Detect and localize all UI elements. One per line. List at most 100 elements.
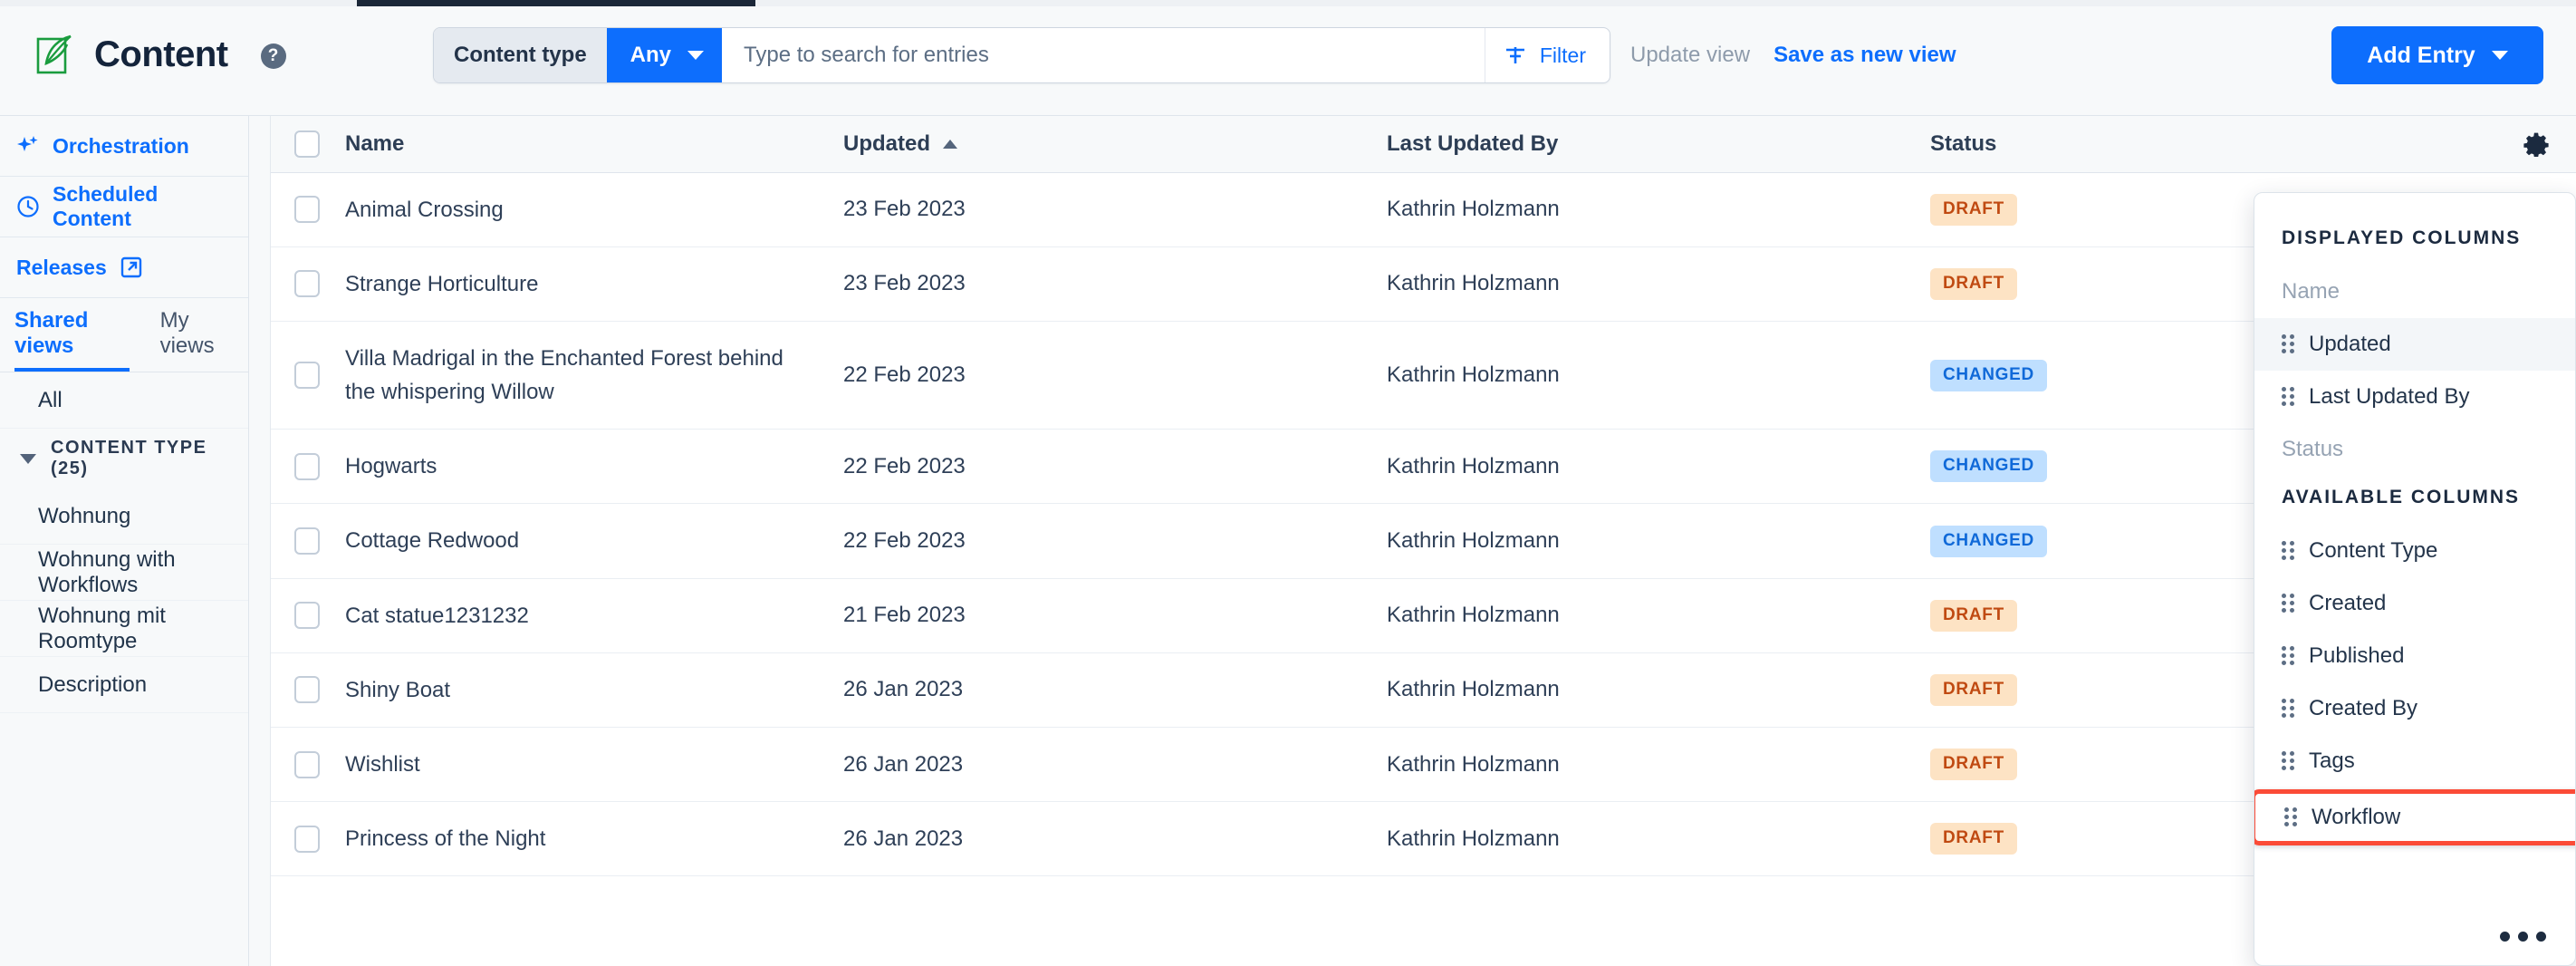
sidebar-item-label: Releases [16,255,107,279]
row-checkbox[interactable] [294,676,320,704]
sidebar-content-type-item[interactable]: Wohnung mit Roomtype [0,601,248,657]
help-circle-icon[interactable]: ? [260,43,286,69]
drag-handle-icon[interactable] [2282,541,2294,561]
drag-handle-icon[interactable] [2282,334,2294,354]
row-select-cell [271,246,345,322]
brand-area: Content ? [36,34,286,75]
cell-updated: 21 Feb 2023 [843,578,1387,653]
column-option-label: Workflow [2312,805,2401,829]
drag-handle-icon[interactable] [2284,807,2297,827]
drag-handle-icon[interactable] [2282,751,2294,771]
drag-handle-icon[interactable] [2282,594,2294,613]
column-option-label: Name [2282,279,2341,304]
add-entry-label: Add Entry [2367,42,2475,68]
cell-updated: 26 Jan 2023 [843,801,1387,877]
sidebar-item-releases[interactable]: Releases [0,237,248,298]
available-column-created[interactable]: Created [2254,577,2575,630]
column-header-label: Status [1930,130,1997,156]
row-select-cell [271,503,345,579]
tab-shared-views[interactable]: Shared views [14,308,130,372]
status-badge: DRAFT [1930,823,2017,855]
status-badge: CHANGED [1930,359,2047,391]
drag-handle-icon[interactable] [2282,699,2294,719]
table-row[interactable]: Princess of the Night 26 Jan 2023 Kathri… [271,801,2576,877]
add-entry-button[interactable]: Add Entry [2331,26,2543,84]
row-checkbox[interactable] [294,362,320,390]
column-option-label: Created [2309,591,2387,615]
tab-my-views[interactable]: My views [160,308,234,372]
cell-last-updated-by: Kathrin Holzmann [1387,246,1930,322]
content-type-select[interactable]: Any [606,28,723,82]
filter-label: Filter [1539,43,1586,67]
table-row[interactable]: Hogwarts 22 Feb 2023 Kathrin Holzmann CH… [271,429,2576,505]
available-column-tags[interactable]: Tags [2254,735,2575,787]
sidebar-content-type-item[interactable]: Wohnung with Workflows [0,545,248,601]
row-checkbox[interactable] [294,750,320,778]
row-checkbox[interactable] [294,602,320,630]
table-row[interactable]: Cottage Redwood 22 Feb 2023 Kathrin Holz… [271,503,2576,579]
row-checkbox[interactable] [294,196,320,224]
displayed-column-last-updated-by[interactable]: Last Updated By [2254,371,2575,423]
table-row[interactable]: Animal Crossing 23 Feb 2023 Kathrin Holz… [271,172,2576,247]
status-badge: DRAFT [1930,673,2017,706]
external-link-icon [120,256,143,279]
cell-last-updated-by: Kathrin Holzmann [1387,652,1930,729]
update-view-button[interactable]: Update view [1630,43,1750,68]
content-type-group-label: CONTENT TYPE (25) [51,438,207,478]
cell-name: Strange Horticulture [345,246,843,322]
row-checkbox[interactable] [294,527,320,555]
sidebar-item-scheduled-content[interactable]: Scheduled Content [0,177,248,237]
available-column-content-type[interactable]: Content Type [2254,525,2575,577]
search-input[interactable] [722,28,1485,82]
search-filter-bar: Content type Any Filter [433,27,1610,83]
content-type-group-header[interactable]: CONTENT TYPE (25) [0,429,248,488]
cell-name: Cat statue1231232 [345,578,843,653]
column-option-label: Created By [2309,696,2418,720]
sidebar: Orchestration Scheduled Content Releases [0,116,249,966]
app-header: Content ? Content type Any Filter [0,6,2576,116]
column-header-label: Last Updated By [1387,130,1559,156]
sidebar-item-orchestration[interactable]: Orchestration [0,116,248,177]
column-settings-header [2365,116,2576,173]
table-row[interactable]: Strange Horticulture 23 Feb 2023 Kathrin… [271,246,2576,322]
table-left-gutter [249,116,271,966]
drag-handle-icon[interactable] [2282,387,2294,407]
column-header-label: Updated [843,130,930,156]
status-badge: CHANGED [1930,450,2047,483]
drag-handle-icon[interactable] [2282,646,2294,666]
row-checkbox[interactable] [294,825,320,853]
table-row[interactable]: Wishlist 26 Jan 2023 Kathrin Holzmann DR… [271,727,2576,803]
browser-tab-strip [0,0,2576,6]
column-option-label: Tags [2309,749,2355,773]
column-header-last-updated-by[interactable]: Last Updated By [1387,116,1930,173]
column-option-label: Updated [2309,332,2391,356]
sidebar-content-type-item[interactable]: Description [0,657,248,713]
row-checkbox[interactable] [294,452,320,480]
displayed-column-updated[interactable]: Updated [2254,318,2575,371]
save-as-new-view-button[interactable]: Save as new view [1773,43,1956,68]
active-tab-indicator [357,0,755,6]
cell-last-updated-by: Kathrin Holzmann [1387,172,1930,247]
sidebar-content-type-item[interactable]: Wohnung [0,488,248,545]
row-select-cell [271,172,345,247]
gear-icon[interactable] [2523,130,2549,158]
filter-button[interactable]: Filter [1484,28,1610,82]
column-header-status[interactable]: Status [1930,116,2365,173]
table-row[interactable]: Cat statue1231232 21 Feb 2023 Kathrin Ho… [271,578,2576,653]
select-all-checkbox[interactable] [294,130,320,158]
column-header-name[interactable]: Name [345,116,843,173]
cell-last-updated-by: Kathrin Holzmann [1387,727,1930,803]
chevron-down-icon [687,51,705,60]
available-column-created-by[interactable]: Created By [2254,682,2575,735]
table-row[interactable]: Shiny Boat 26 Jan 2023 Kathrin Holzmann … [271,652,2576,729]
more-horizontal-icon[interactable] [2500,932,2546,942]
sort-ascending-icon [943,139,957,149]
table-row[interactable]: Villa Madrigal in the Enchanted Forest b… [271,321,2576,430]
row-checkbox[interactable] [294,270,320,298]
cell-updated: 23 Feb 2023 [843,246,1387,322]
available-column-workflow[interactable]: Workflow [2254,789,2575,845]
available-column-published[interactable]: Published [2254,630,2575,682]
column-header-updated[interactable]: Updated [843,116,1387,173]
sidebar-view-all[interactable]: All [0,372,248,429]
column-option-label: Published [2309,643,2405,668]
